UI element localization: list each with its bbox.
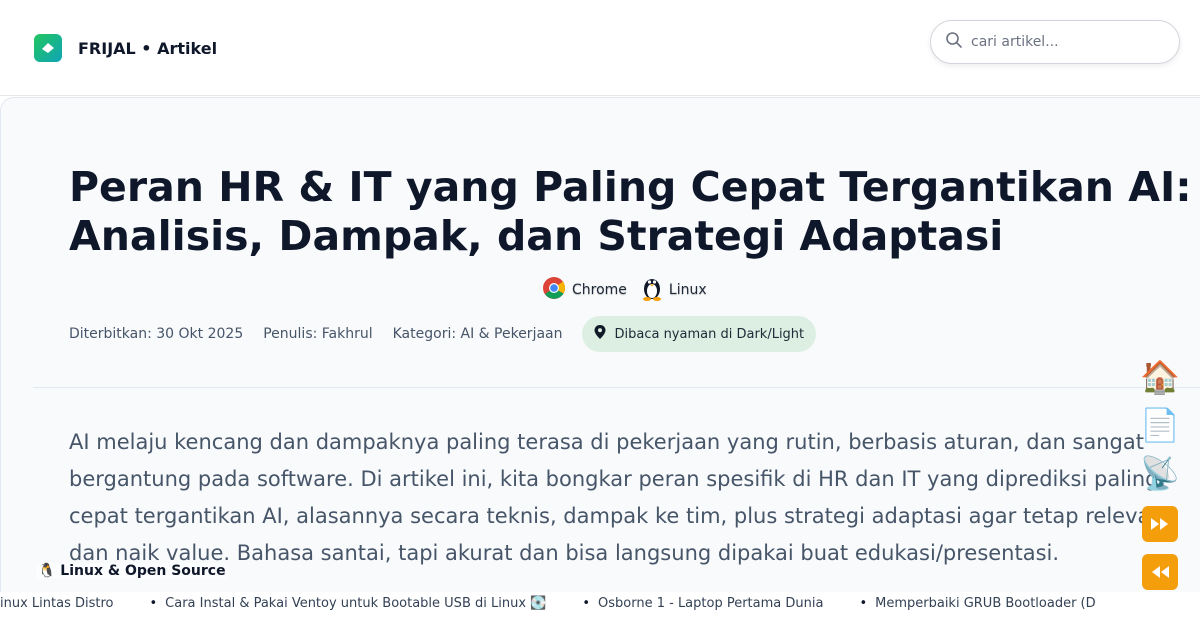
article-intro: AI melaju kencang dan dampaknya paling t… xyxy=(69,430,1164,565)
bullet: • xyxy=(859,596,868,611)
chrome-icon xyxy=(542,276,566,304)
ticker-track: an Mirror Linux Lintas Distro • Cara Inst… xyxy=(0,596,1132,611)
home-icon[interactable]: 🏠 xyxy=(1140,358,1180,406)
article-title-line1: Peran HR & IT yang Paling Cepat Terganti… xyxy=(69,163,1192,211)
platform-linux: Linux xyxy=(641,275,707,305)
bullet: • xyxy=(149,596,158,611)
forward-button[interactable] xyxy=(1142,502,1178,550)
divider xyxy=(33,387,1200,388)
brand-logo-icon xyxy=(34,34,62,62)
bullet: • xyxy=(582,596,591,611)
ticker-item-text: Osborne 1 - Laptop Pertama Dunia xyxy=(598,596,824,611)
platform-chrome: Chrome xyxy=(542,276,627,304)
ticker-item[interactable]: • Memperbaiki GRUB Bootloader (D xyxy=(859,596,1095,611)
category[interactable]: Kategori: AI & Pekerjaan xyxy=(393,326,563,342)
ticker-item-text: Cara Instal & Pakai Ventoy untuk Bootabl… xyxy=(165,596,547,611)
search-box[interactable] xyxy=(930,20,1180,64)
author: Penulis: Fakhrul xyxy=(263,326,373,342)
news-ticker: an Mirror Linux Lintas Distro • Cara Inst… xyxy=(0,592,1200,630)
article-meta: Diterbitkan: 30 Okt 2025 Penulis: Fakhru… xyxy=(69,316,817,352)
publish-date: Diterbitkan: 30 Okt 2025 xyxy=(69,326,244,342)
article-title: Peran HR & IT yang Paling Cepat Terganti… xyxy=(69,163,1192,261)
fast-forward-icon xyxy=(1142,506,1178,542)
brand[interactable]: FRIJAL • Artikel xyxy=(34,34,217,62)
ticker-item-text: Memperbaiki GRUB Bootloader (D xyxy=(875,596,1096,611)
location-pin-icon xyxy=(594,325,606,343)
tux-icon xyxy=(641,275,663,305)
top-bar: FRIJAL • Artikel xyxy=(0,0,1200,96)
ticker-item-text: an Mirror Linux Lintas Distro xyxy=(0,596,114,611)
back-button[interactable] xyxy=(1142,550,1178,598)
ticker-label: 🐧 Linux & Open Source xyxy=(36,563,228,579)
platform-chrome-label: Chrome xyxy=(572,282,627,298)
theme-note-label: Dibaca nyaman di Dark/Light xyxy=(614,326,805,342)
ticker-item[interactable]: • Osborne 1 - Laptop Pertama Dunia xyxy=(582,596,823,611)
platform-linux-label: Linux xyxy=(668,282,707,298)
search-input[interactable] xyxy=(971,34,1161,50)
ticker-item[interactable]: • Cara Instal & Pakai Ventoy untuk Bootab… xyxy=(150,596,547,611)
brand-title: FRIJAL • Artikel xyxy=(78,38,218,58)
document-icon[interactable]: 📄 xyxy=(1140,406,1180,454)
rewind-icon xyxy=(1142,554,1178,590)
theme-note-badge: Dibaca nyaman di Dark/Light xyxy=(582,316,817,352)
platform-badges: Chrome Linux xyxy=(542,275,721,305)
article-title-line2: Analisis, Dampak, dan Strategi Adaptasi xyxy=(69,212,1004,260)
search-icon xyxy=(945,31,963,53)
side-nav: 🏠 📄 📡 xyxy=(1140,358,1180,598)
ticker-item[interactable]: an Mirror Linux Lintas Distro xyxy=(0,596,114,611)
satellite-feed-icon[interactable]: 📡 xyxy=(1140,454,1180,502)
